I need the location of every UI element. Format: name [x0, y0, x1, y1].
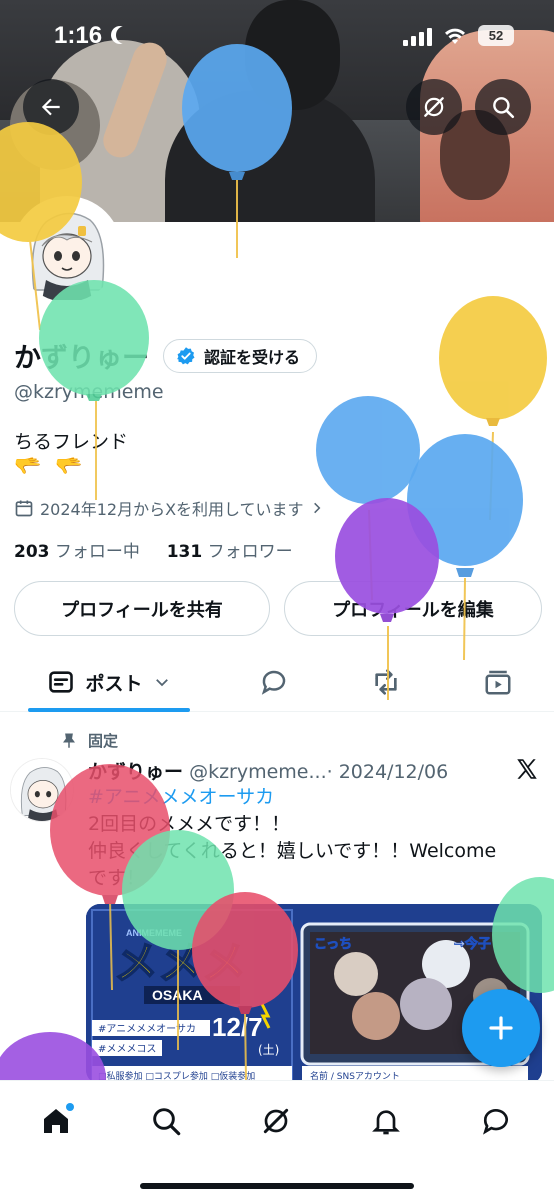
calendar-icon — [15, 500, 33, 517]
status-time: 1:16 — [54, 22, 103, 49]
compose-button[interactable] — [462, 989, 540, 1067]
wifi-icon — [445, 28, 465, 44]
repost-icon — [375, 669, 397, 695]
following-count: 203 — [14, 542, 50, 562]
flyer-logo-sub: OSAKA — [152, 987, 203, 1003]
x-logo-icon[interactable] — [514, 756, 540, 782]
flyer-sticker: こっち — [314, 937, 352, 952]
post-line: 2回目のメメメです！！ — [88, 813, 291, 835]
grok-button[interactable] — [406, 79, 462, 135]
profile-display-name: かずりゅー — [14, 343, 149, 374]
battery-icon: 52 — [478, 25, 514, 46]
tab-reposts[interactable] — [356, 654, 416, 710]
tab-posts[interactable]: ポスト — [28, 654, 190, 710]
followers-count: 131 — [166, 542, 203, 562]
bottom-navigation — [0, 1080, 554, 1199]
flyer-brand-top: ANIMEMEME — [126, 928, 182, 938]
profile-tabs: ポスト — [0, 654, 554, 712]
following-link[interactable]: 203 フォロー中 — [14, 542, 140, 562]
post-author-name[interactable]: かずりゅー — [88, 761, 183, 783]
search-icon — [493, 97, 515, 119]
tab-posts-label: ポスト — [85, 672, 143, 695]
grok-icon — [263, 1108, 289, 1134]
avatar-character-image — [16, 200, 118, 302]
post-date: · 2024/12/06 — [326, 761, 449, 783]
balloon — [439, 296, 547, 521]
post-avatar-character-image — [11, 759, 73, 821]
nav-notifications[interactable] — [366, 1101, 406, 1141]
header-photo-person — [165, 90, 375, 222]
plus-icon — [489, 1016, 513, 1040]
post-line: です！ — [88, 867, 146, 889]
profile-bio: ちるフレンド — [14, 431, 129, 453]
pin-icon — [63, 733, 75, 748]
media-icon — [485, 670, 511, 695]
back-button[interactable] — [23, 79, 79, 135]
flyer-tag: #メメメコス — [98, 1044, 156, 1055]
balloon — [316, 396, 420, 601]
flyer-date: 12/7 — [212, 1012, 263, 1042]
pinned-indicator: 固定 — [60, 730, 118, 751]
message-icon — [483, 1109, 508, 1135]
pinned-label: 固定 — [88, 732, 119, 750]
verified-badge-icon — [177, 346, 195, 364]
avatar[interactable] — [12, 196, 122, 306]
get-verified-button[interactable]: 認証を受ける — [163, 338, 318, 373]
bell-icon — [372, 1110, 400, 1135]
follow-counts: 203 フォロー中 131 フォロワー — [14, 537, 293, 562]
grok-icon — [424, 97, 444, 117]
post-avatar[interactable] — [10, 758, 74, 822]
nav-messages[interactable] — [476, 1101, 516, 1141]
event-flyer-graphic: ANIMEMEME メメメ OSAKA #アニメメメオーサカ #メメメコス 12… — [86, 904, 542, 1084]
post-header: かずりゅー @kzrymeme...· 2024/12/06 — [88, 757, 448, 784]
profile-name-row: かずりゅー 認証を受ける — [14, 336, 318, 375]
post-hashtag[interactable]: #アニメメメオーサカ — [88, 784, 548, 811]
join-date-text: 2024年12月からXを利用しています — [40, 500, 304, 519]
active-tab-indicator — [28, 708, 190, 712]
get-verified-label: 認証を受ける — [204, 347, 301, 367]
join-date-row: 2024年12月からXを利用しています — [14, 496, 324, 520]
post-line: 仲良くしてくれると！嬉しいです！！Welcome — [88, 840, 497, 862]
nav-home[interactable] — [36, 1101, 76, 1141]
tab-media[interactable] — [468, 654, 528, 710]
home-indicator — [140, 1183, 414, 1189]
search-button[interactable] — [475, 79, 531, 135]
profile-bio-emoji: 🫳🫳 — [14, 454, 97, 479]
reply-icon — [261, 670, 286, 695]
nav-search[interactable] — [146, 1101, 186, 1141]
followers-label: フォロワー — [207, 542, 293, 562]
post-media-image[interactable]: ANIMEMEME メメメ OSAKA #アニメメメオーサカ #メメメコス 12… — [86, 904, 542, 1084]
flyer-tag: #アニメメメオーサカ — [98, 1023, 196, 1035]
signal-icon — [403, 28, 433, 46]
post-body: #アニメメメオーサカ 2回目のメメメです！！ 仲良くしてくれると！嬉しいです！！… — [88, 784, 548, 892]
following-label: フォロー中 — [54, 542, 140, 562]
chevron-right-icon[interactable] — [310, 501, 324, 515]
profile-handle: @kzrymememe — [14, 381, 164, 403]
flyer-sticker: →今子 — [454, 936, 491, 952]
posts-icon — [49, 671, 74, 693]
chevron-down-icon[interactable] — [153, 673, 171, 691]
status-bar: 1:16 52 — [0, 0, 554, 74]
nav-grok[interactable] — [256, 1101, 296, 1141]
notification-dot — [66, 1103, 74, 1111]
flyer-day: (土) — [258, 1043, 279, 1057]
arrow-left-icon — [41, 98, 60, 116]
flyer-logo: メメメ — [114, 938, 246, 989]
share-profile-button[interactable]: プロフィールを共有 — [14, 581, 270, 636]
edit-profile-button[interactable]: プロフィールを編集 — [284, 581, 542, 636]
search-icon — [153, 1108, 181, 1136]
tab-replies[interactable] — [244, 654, 304, 710]
post-author-handle[interactable]: @kzrymeme... — [189, 761, 327, 783]
moon-icon — [116, 26, 134, 44]
followers-link[interactable]: 131 フォロワー — [167, 542, 293, 562]
